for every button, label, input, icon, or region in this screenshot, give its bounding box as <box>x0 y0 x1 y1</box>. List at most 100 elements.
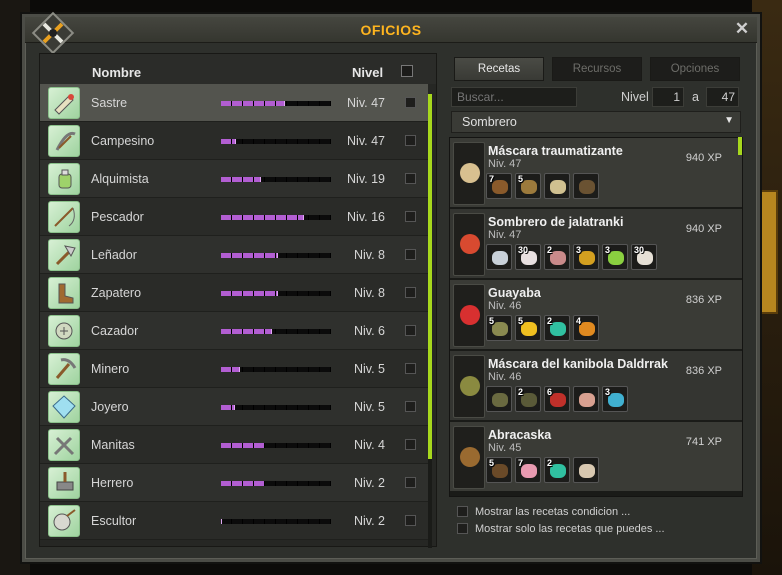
job-checkbox[interactable] <box>405 477 416 488</box>
jobs-panel: Nombre Nivel Sastre Niv. 47 Campesino Niv. … <box>39 53 437 548</box>
job-checkbox[interactable] <box>405 173 416 184</box>
job-name: Manitas <box>91 438 135 452</box>
close-button[interactable]: ✕ <box>733 20 751 38</box>
option-conditional-checkbox[interactable] <box>457 506 468 517</box>
job-checkbox[interactable] <box>405 135 416 146</box>
recipe-item[interactable]: Máscara traumatizante Niv. 47 940 XP 7 5 <box>450 138 742 209</box>
job-level: Niv. 2 <box>353 476 385 490</box>
ingredient-slot[interactable] <box>573 386 599 412</box>
ingredient-quantity: 5 <box>489 316 495 326</box>
job-level: Niv. 16 <box>347 210 385 224</box>
ingredient-icon <box>550 322 566 336</box>
job-row[interactable]: Escultor Niv. 2 <box>40 502 428 540</box>
option-conditional[interactable]: Mostrar las recetas condicion ... <box>457 506 630 518</box>
job-name: Cazador <box>91 324 139 338</box>
job-row[interactable]: Herrero Niv. 2 <box>40 464 428 502</box>
ingredient-slot[interactable]: 2 <box>544 244 570 270</box>
ingredient-quantity: 2 <box>547 316 553 326</box>
ingredient-quantity: 2 <box>547 458 553 468</box>
recipe-item[interactable]: Máscara del kanibola Daldrrak Niv. 46 836 … <box>450 351 742 422</box>
ingredient-slot[interactable]: 7 <box>515 457 541 483</box>
recipe-xp: 836 XP <box>685 365 722 377</box>
option-can-craft-checkbox[interactable] <box>457 523 468 534</box>
tab-opciones[interactable]: Opciones <box>650 57 740 81</box>
ingredient-slot[interactable]: 5 <box>515 173 541 199</box>
recipes-scroll-thumb[interactable] <box>738 137 742 155</box>
ingredient-slot[interactable]: 5 <box>515 315 541 341</box>
header-level[interactable]: Nivel <box>352 65 383 80</box>
farmer-icon <box>48 125 80 157</box>
fisherman-icon <box>48 201 80 233</box>
ingredient-slot[interactable] <box>573 173 599 199</box>
ingredient-slot[interactable]: 2 <box>515 386 541 412</box>
ingredient-slot[interactable]: 7 <box>486 173 512 199</box>
job-row[interactable]: Pescador Niv. 16 <box>40 198 428 236</box>
job-row[interactable]: Manitas Niv. 4 <box>40 426 428 464</box>
job-row[interactable]: Sastre Niv. 47 <box>40 84 428 122</box>
job-level: Niv. 47 <box>347 134 385 148</box>
recipe-name: Guayaba <box>488 286 541 300</box>
job-checkbox[interactable] <box>405 363 416 374</box>
job-row[interactable]: Cazador Niv. 6 <box>40 312 428 350</box>
recipe-item[interactable]: Guayaba Niv. 46 836 XP 5 5 2 4 <box>450 280 742 351</box>
job-checkbox[interactable] <box>405 401 416 412</box>
job-name: Alquimista <box>91 172 149 186</box>
ingredient-slot[interactable]: 3 <box>602 386 628 412</box>
ingredient-slot[interactable]: 3 <box>602 244 628 270</box>
tab-recetas[interactable]: Recetas <box>454 57 544 81</box>
ingredient-slot[interactable] <box>486 244 512 270</box>
ingredient-quantity: 5 <box>489 458 495 468</box>
recipe-item[interactable]: Sombrero de jalatranki Niv. 47 940 XP 30 2 3 3… <box>450 209 742 280</box>
ingredient-slot[interactable]: 2 <box>544 315 570 341</box>
ingredient-quantity: 2 <box>518 387 524 397</box>
recipe-icon <box>453 355 485 418</box>
recipe-level: Niv. 46 <box>488 371 522 383</box>
ingredient-slot[interactable]: 5 <box>486 315 512 341</box>
ingredient-slot[interactable]: 3 <box>573 244 599 270</box>
option-can-craft[interactable]: Mostrar solo las recetas que puedes ... <box>457 523 665 535</box>
job-progress-bar <box>221 253 331 258</box>
alchemist-icon <box>48 163 80 195</box>
level-max-input[interactable] <box>706 87 739 107</box>
jobs-scrollbar[interactable] <box>428 94 432 548</box>
category-dropdown[interactable]: Sombrero ▼ <box>451 111 741 133</box>
header-name[interactable]: Nombre <box>92 65 141 80</box>
job-row[interactable]: Minero Niv. 5 <box>40 350 428 388</box>
ingredient-icon <box>579 393 595 407</box>
ingredient-icon <box>492 251 508 265</box>
ingredient-slot[interactable] <box>544 173 570 199</box>
ingredient-slot[interactable]: 30 <box>631 244 657 270</box>
jobs-scroll-thumb[interactable] <box>428 94 432 459</box>
tab-recursos[interactable]: Recursos <box>552 57 642 81</box>
job-checkbox[interactable] <box>405 325 416 336</box>
job-row[interactable]: Alquimista Niv. 19 <box>40 160 428 198</box>
ingredient-slot[interactable]: 4 <box>573 315 599 341</box>
job-checkbox[interactable] <box>405 211 416 222</box>
ingredient-slot[interactable]: 30 <box>515 244 541 270</box>
job-checkbox[interactable] <box>405 515 416 526</box>
job-row[interactable]: Joyero Niv. 5 <box>40 388 428 426</box>
recipe-item[interactable]: Abracaska Niv. 45 741 XP 5 7 2 <box>450 422 742 493</box>
job-checkbox[interactable] <box>405 97 416 108</box>
job-checkbox[interactable] <box>405 287 416 298</box>
ingredient-slot[interactable]: 6 <box>544 386 570 412</box>
recipe-level: Niv. 47 <box>488 229 522 241</box>
title-bar[interactable]: OFICIOS ✕ <box>25 17 757 43</box>
ingredient-slot[interactable]: 5 <box>486 457 512 483</box>
ingredient-icon <box>492 322 508 336</box>
job-checkbox[interactable] <box>405 439 416 450</box>
job-row[interactable]: Leñador Niv. 8 <box>40 236 428 274</box>
ingredient-quantity: 5 <box>518 174 524 184</box>
job-row[interactable]: Campesino Niv. 47 <box>40 122 428 160</box>
search-input[interactable] <box>451 87 577 107</box>
ingredient-slot[interactable] <box>573 457 599 483</box>
job-row[interactable]: Zapatero Niv. 8 <box>40 274 428 312</box>
level-min-input[interactable] <box>652 87 684 107</box>
tabs: Recetas Recursos Opciones <box>454 57 752 81</box>
job-checkbox[interactable] <box>405 249 416 260</box>
header-checkbox[interactable] <box>401 65 413 77</box>
ingredient-slot[interactable]: 2 <box>544 457 570 483</box>
ingredient-slot[interactable] <box>486 386 512 412</box>
job-level: Niv. 6 <box>353 324 385 338</box>
lumberjack-icon <box>48 239 80 271</box>
